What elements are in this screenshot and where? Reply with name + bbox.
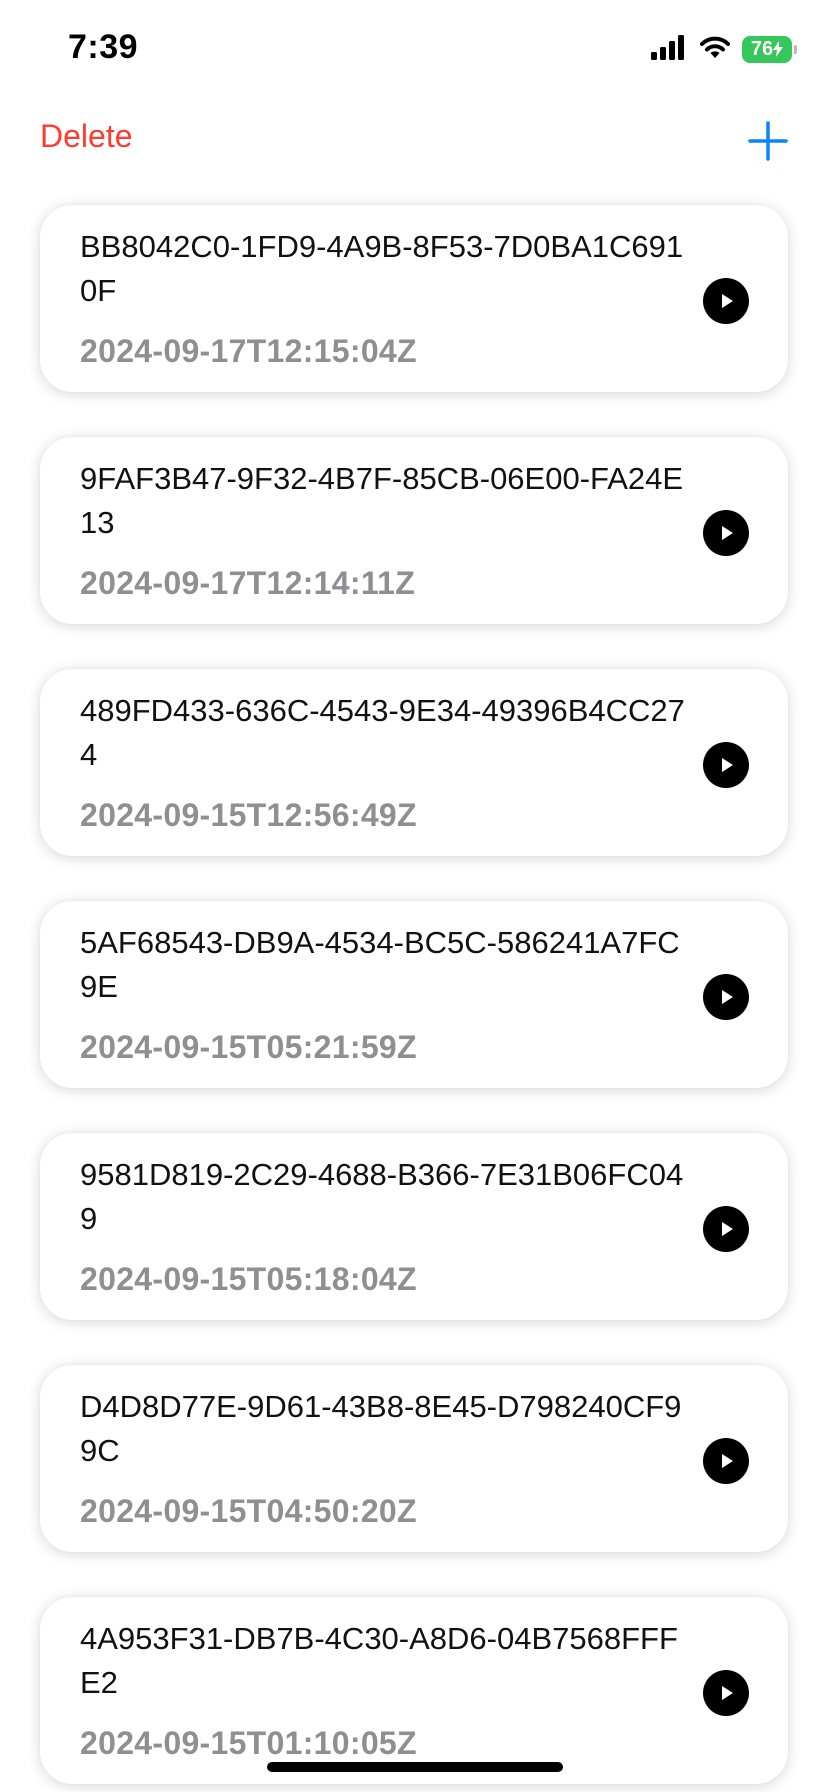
plus-icon — [748, 121, 788, 161]
screen: 7:39 76 Delete BB8042C0-1FD9-4A9B-8F53-7… — [0, 0, 828, 1792]
play-icon — [722, 1686, 733, 1700]
battery-level: 76 — [750, 37, 774, 60]
status-bar: 7:39 76 — [0, 0, 828, 100]
list-item[interactable]: BB8042C0-1FD9-4A9B-8F53-7D0BA1C6910F 202… — [40, 205, 788, 392]
play-button[interactable] — [703, 1670, 749, 1716]
list-item[interactable]: 9581D819-2C29-4688-B366-7E31B06FC049 202… — [40, 1133, 788, 1320]
recording-date: 2024-09-17T12:15:04Z — [80, 333, 417, 369]
recordings-list: BB8042C0-1FD9-4A9B-8F53-7D0BA1C6910F 202… — [40, 205, 788, 1792]
list-item[interactable]: 4A953F31-DB7B-4C30-A8D6-04B7568FFFE2 202… — [40, 1597, 788, 1784]
play-icon — [722, 758, 733, 772]
recording-id: 5AF68543-DB9A-4534-BC5C-586241A7FC9E — [80, 925, 680, 1004]
play-button[interactable] — [703, 278, 749, 324]
play-button[interactable] — [703, 742, 749, 788]
recording-id: BB8042C0-1FD9-4A9B-8F53-7D0BA1C6910F — [80, 229, 684, 308]
recording-date: 2024-09-15T04:50:20Z — [80, 1493, 417, 1529]
list-item[interactable]: D4D8D77E-9D61-43B8-8E45-D798240CF99C 202… — [40, 1365, 788, 1552]
recording-date: 2024-09-15T01:10:05Z — [80, 1725, 417, 1761]
play-button[interactable] — [703, 974, 749, 1020]
cellular-signal-icon — [650, 34, 688, 65]
recording-id: 4A953F31-DB7B-4C30-A8D6-04B7568FFFE2 — [80, 1621, 678, 1700]
wifi-icon — [698, 34, 732, 65]
recording-id: 489FD433-636C-4543-9E34-49396B4CC274 — [80, 693, 685, 772]
battery-icon: 76 — [742, 35, 797, 63]
play-icon — [722, 1454, 733, 1468]
play-icon — [722, 1222, 733, 1236]
battery-cap — [794, 44, 797, 54]
list-item[interactable]: 9FAF3B47-9F32-4B7F-85CB-06E00-FA24E13 20… — [40, 437, 788, 624]
recording-date: 2024-09-15T05:18:04Z — [80, 1261, 417, 1297]
play-button[interactable] — [703, 1206, 749, 1252]
recording-date: 2024-09-15T12:56:49Z — [80, 797, 417, 833]
play-icon — [722, 990, 733, 1004]
list-item[interactable]: 489FD433-636C-4543-9E34-49396B4CC274 202… — [40, 669, 788, 856]
charging-bolt-icon — [773, 41, 784, 57]
status-indicators: 76 — [650, 34, 797, 65]
play-icon — [722, 526, 733, 540]
recording-id: D4D8D77E-9D61-43B8-8E45-D798240CF99C — [80, 1389, 682, 1468]
recording-id: 9581D819-2C29-4688-B366-7E31B06FC049 — [80, 1157, 684, 1236]
play-button[interactable] — [703, 1438, 749, 1484]
recording-id: 9FAF3B47-9F32-4B7F-85CB-06E00-FA24E13 — [80, 461, 684, 540]
delete-button[interactable]: Delete — [40, 118, 133, 155]
home-indicator[interactable] — [267, 1762, 563, 1772]
status-time: 7:39 — [68, 28, 139, 66]
add-button[interactable] — [744, 117, 792, 165]
recording-date: 2024-09-17T12:14:11Z — [80, 565, 416, 601]
list-item[interactable]: 5AF68543-DB9A-4534-BC5C-586241A7FC9E 202… — [40, 901, 788, 1088]
play-button[interactable] — [703, 510, 749, 556]
recording-date: 2024-09-15T05:21:59Z — [80, 1029, 417, 1065]
play-icon — [722, 294, 733, 308]
